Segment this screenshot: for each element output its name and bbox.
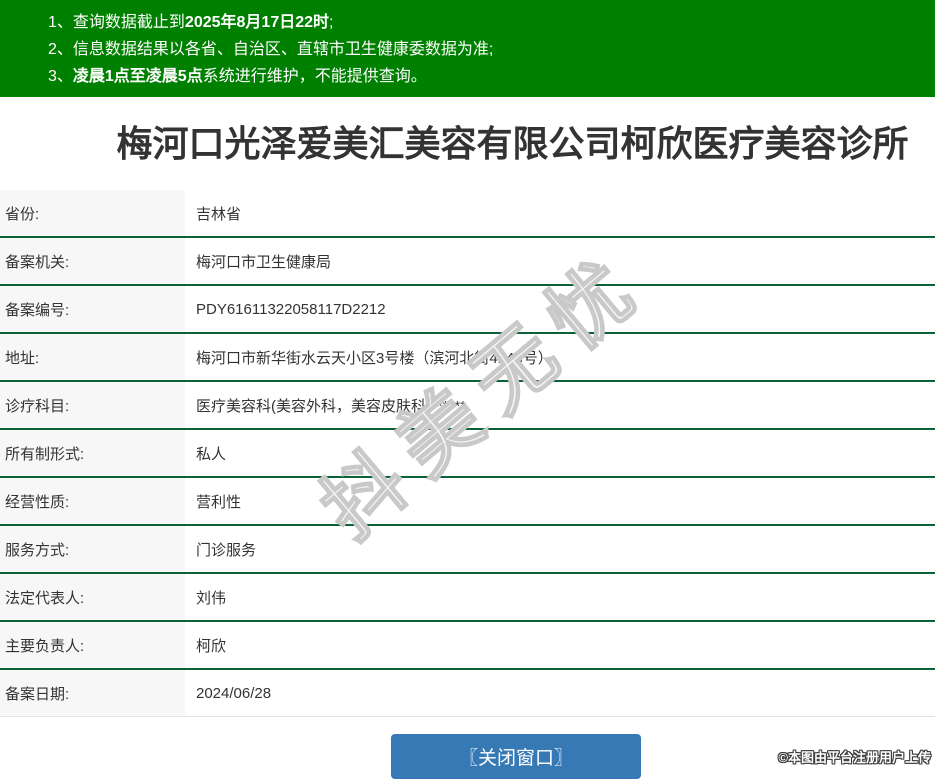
- upload-credit-watermark: ©本图由平台注册用户上传: [778, 747, 931, 766]
- field-value: 私人: [185, 430, 935, 476]
- notice-bar: 1、查询数据截止到2025年8月17日22时; 2、信息数据结果以各省、自治区、…: [0, 0, 935, 97]
- table-row-main-person-in-charge: 主要负责人: 柯欣: [0, 622, 935, 670]
- notice-text: 查询数据截止到: [73, 14, 185, 31]
- field-value: 门诊服务: [185, 526, 935, 572]
- field-label: 服务方式:: [0, 526, 185, 572]
- table-row-province: 省份: 吉林省: [0, 190, 935, 238]
- field-value: 营利性: [185, 478, 935, 524]
- record-table: 省份: 吉林省 备案机关: 梅河口市卫生健康局 备案编号: PDY6161132…: [0, 190, 935, 717]
- field-value: 梅河口市新华街水云天小区3号楼（滨河北街4143号）: [185, 334, 935, 380]
- field-label: 地址:: [0, 334, 185, 380]
- field-value: 吉林省: [185, 190, 935, 236]
- table-row-registration-authority: 备案机关: 梅河口市卫生健康局: [0, 238, 935, 286]
- field-value: 柯欣: [185, 622, 935, 668]
- notice-number: 3、: [48, 68, 73, 85]
- field-value: 梅河口市卫生健康局: [185, 238, 935, 284]
- table-row-treatment-subjects: 诊疗科目: 医疗美容科(美容外科，美容皮肤科)******: [0, 382, 935, 430]
- field-value: 刘伟: [185, 574, 935, 620]
- notice-text-bold: 凌晨1点至凌晨5点: [73, 68, 203, 85]
- field-label: 诊疗科目:: [0, 382, 185, 428]
- field-label: 备案编号:: [0, 286, 185, 332]
- table-row-address: 地址: 梅河口市新华街水云天小区3号楼（滨河北街4143号）: [0, 334, 935, 382]
- field-label: 主要负责人:: [0, 622, 185, 668]
- table-row-service-mode: 服务方式: 门诊服务: [0, 526, 935, 574]
- field-label: 经营性质:: [0, 478, 185, 524]
- notice-text-suffix: ;: [329, 14, 333, 31]
- field-value: 医疗美容科(美容外科，美容皮肤科)******: [185, 382, 935, 428]
- field-label: 所有制形式:: [0, 430, 185, 476]
- notice-number: 1、: [48, 14, 73, 31]
- notice-line-3: 3、凌晨1点至凌晨5点系统进行维护，不能提供查询。: [48, 63, 925, 90]
- notice-text-bold: 2025年8月17日22时: [185, 14, 329, 31]
- notice-line-2: 2、信息数据结果以各省、自治区、直辖市卫生健康委数据为准;: [48, 36, 925, 63]
- notice-text: 信息数据结果以各省、自治区、直辖市卫生健康委数据为准;: [73, 41, 493, 58]
- close-window-button[interactable]: 〖关闭窗口〗: [391, 734, 641, 779]
- table-row-business-nature: 经营性质: 营利性: [0, 478, 935, 526]
- field-value: 2024/06/28: [185, 670, 935, 716]
- table-row-legal-representative: 法定代表人: 刘伟: [0, 574, 935, 622]
- page-title: 梅河口光泽爱美汇美容有限公司柯欣医疗美容诊所: [45, 97, 935, 168]
- table-row-ownership-form: 所有制形式: 私人: [0, 430, 935, 478]
- field-value: PDY61611322058117D2212: [185, 286, 935, 332]
- notice-text-suffix: 系统进行维护，不能提供查询。: [203, 68, 427, 85]
- field-label: 备案机关:: [0, 238, 185, 284]
- field-label: 省份:: [0, 190, 185, 236]
- notice-number: 2、: [48, 41, 73, 58]
- field-label: 法定代表人:: [0, 574, 185, 620]
- clinic-record-page: 1、查询数据截止到2025年8月17日22时; 2、信息数据结果以各省、自治区、…: [0, 0, 935, 717]
- field-label: 备案日期:: [0, 670, 185, 716]
- table-row-registration-date: 备案日期: 2024/06/28: [0, 670, 935, 716]
- table-row-registration-number: 备案编号: PDY61611322058117D2212: [0, 286, 935, 334]
- notice-line-1: 1、查询数据截止到2025年8月17日22时;: [48, 9, 925, 36]
